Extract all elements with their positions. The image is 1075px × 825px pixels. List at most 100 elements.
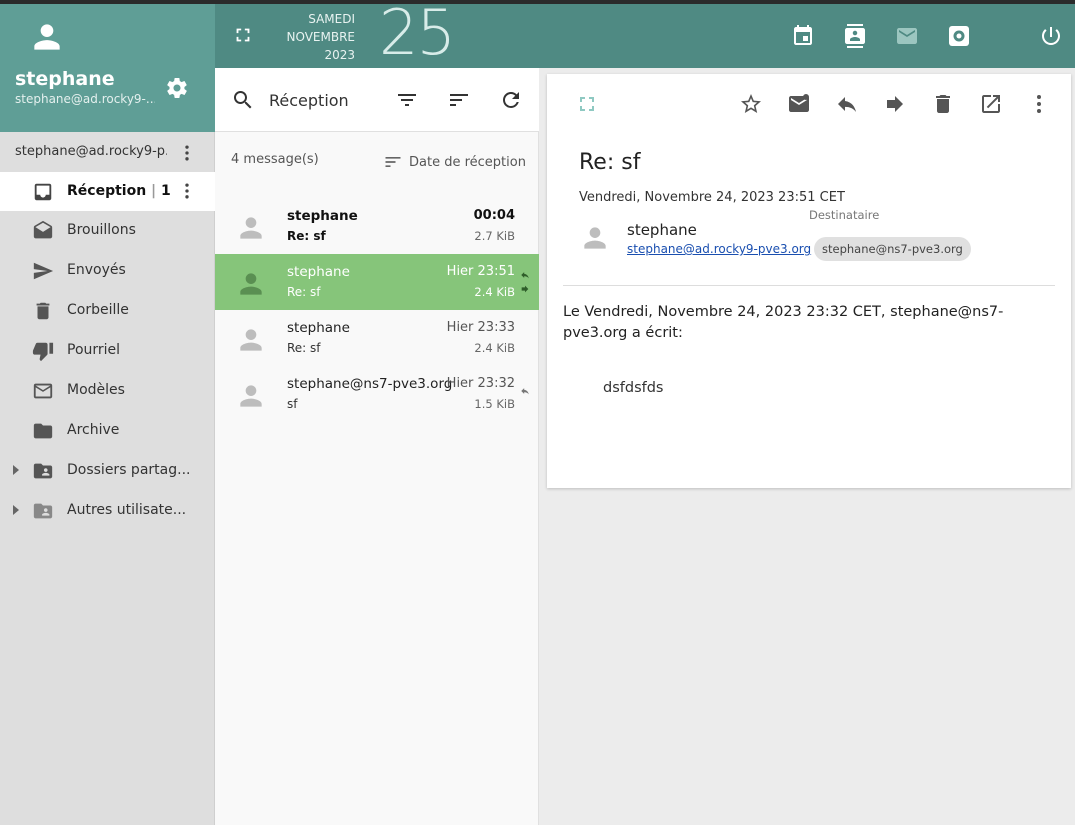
message-time: Hier 23:51: [446, 264, 515, 279]
message-time: 00:04: [473, 208, 515, 223]
folder-title: Réception: [269, 91, 349, 110]
folder-label: Réception: [67, 183, 147, 199]
message-date: Vendredi, Novembre 24, 2023 23:51 CET: [579, 190, 845, 205]
message-subject: Re: sf: [287, 229, 326, 243]
more-options-dots-icon[interactable]: [1027, 92, 1051, 116]
mark-unread-icon[interactable]: [787, 92, 811, 116]
recipient-chip[interactable]: stephane@ns7-pve3.org: [814, 237, 971, 261]
message-reader: Re: sf Vendredi, Novembre 24, 2023 23:51…: [547, 74, 1071, 488]
sort-by-date-button[interactable]: Date de réception: [383, 152, 526, 172]
folder-label: Dossiers partag...: [67, 462, 191, 478]
message-size: 2.4 KiB: [474, 285, 515, 299]
sort-lines-icon: [385, 157, 401, 167]
folder-other-users[interactable]: Autres utilisate...: [0, 491, 215, 530]
sort-label: Date de réception: [409, 154, 526, 170]
power-icon[interactable]: [1039, 24, 1063, 48]
message-row[interactable]: stephane@ns7-pve3.org sf Hier 23:32 1.5 …: [215, 366, 539, 422]
message-list-panel: Réception 4 message(s) Date de réception…: [215, 68, 539, 825]
message-list-toolbar: Réception: [215, 68, 539, 132]
message-row[interactable]: stephane Re: sf Hier 23:51 2.4 KiB: [215, 254, 539, 310]
header-divider: [563, 285, 1055, 286]
star-icon[interactable]: [739, 92, 763, 116]
message-subject-title: Re: sf: [579, 150, 641, 175]
message-size: 1.5 KiB: [474, 397, 515, 411]
recipient-label: Destinataire: [809, 208, 880, 222]
sidebar: stephane stephane@ad.rocky9-... stephane…: [0, 4, 215, 825]
folder-icon: [33, 423, 53, 439]
message-count: 4 message(s): [231, 152, 319, 167]
message-body: Le Vendredi, Novembre 24, 2023 23:32 CET…: [563, 304, 1004, 341]
account-menu-dots-icon[interactable]: [177, 143, 197, 163]
message-row[interactable]: stephane Re: sf 00:04 2.7 KiB: [215, 198, 539, 254]
folder-menu-dots-icon[interactable]: [177, 181, 197, 201]
filter-icon[interactable]: [395, 88, 419, 112]
sender-email-link[interactable]: stephane@ad.rocky9-pve3.org: [627, 242, 811, 256]
folder-templates[interactable]: Modèles: [0, 371, 215, 410]
message-size: 2.7 KiB: [474, 229, 515, 243]
contacts-icon[interactable]: [843, 24, 867, 48]
sender-avatar-icon: [240, 217, 262, 239]
fullscreen-icon[interactable]: [575, 92, 599, 116]
folder-label: Archive: [67, 422, 120, 438]
folder-label: Pourriel: [67, 342, 121, 358]
day-name: SAMEDI: [308, 12, 355, 26]
inbox-icon: [34, 183, 52, 201]
shared-folder-icon: [33, 463, 53, 479]
year: 2023: [324, 48, 355, 62]
calendar-icon[interactable]: [791, 24, 815, 48]
message-from: stephane: [287, 208, 358, 224]
mail-icon[interactable]: [895, 24, 919, 48]
shared-folder-icon: [33, 503, 53, 519]
forward-icon[interactable]: [883, 92, 907, 116]
user-email: stephane@ad.rocky9-...: [15, 92, 155, 106]
forwarded-icon: [521, 285, 529, 293]
folder-trash[interactable]: Corbeille: [0, 291, 215, 330]
sender-name: stephane: [627, 221, 697, 239]
settings-icon[interactable]: [947, 24, 971, 48]
expand-triangle-icon[interactable]: [13, 465, 19, 475]
search-icon[interactable]: [231, 88, 255, 112]
sender-avatar-icon: [240, 273, 262, 295]
top-bar: SAMEDI NOVEMBRE 2023 25: [215, 0, 1075, 69]
replied-icon: [521, 272, 529, 279]
folder-inbox[interactable]: Réception | 1: [0, 172, 215, 211]
message-from: stephane: [287, 264, 350, 280]
folder-label: Corbeille: [67, 302, 129, 318]
sort-icon[interactable]: [447, 88, 471, 112]
fullscreen-icon[interactable]: [232, 24, 254, 46]
quoted-text: dsfdsfds: [603, 380, 664, 396]
message-time: Hier 23:32: [446, 376, 515, 391]
month-name: NOVEMBRE: [286, 30, 355, 44]
day-number: 25: [379, 0, 456, 69]
replied-icon: [521, 388, 529, 395]
refresh-icon[interactable]: [499, 88, 523, 112]
delete-icon[interactable]: [931, 92, 955, 116]
message-subject: Re: sf: [287, 341, 321, 355]
message-from: stephane@ns7-pve3.org: [287, 376, 453, 392]
folder-spam[interactable]: Pourriel: [0, 331, 215, 370]
expand-triangle-icon[interactable]: [13, 505, 19, 515]
folder-label: Modèles: [67, 382, 125, 398]
thumb-down-icon: [32, 342, 54, 362]
message-size: 2.4 KiB: [474, 341, 515, 355]
folder-archive[interactable]: Archive: [0, 411, 215, 450]
folder-shared[interactable]: Dossiers partag...: [0, 451, 215, 490]
message-subject: sf: [287, 397, 298, 411]
account-settings-gear-icon[interactable]: [165, 76, 189, 100]
user-header: stephane stephane@ad.rocky9-...: [0, 4, 215, 132]
folder-drafts[interactable]: Brouillons: [0, 211, 215, 250]
account-label[interactable]: stephane@ad.rocky9-p...: [15, 144, 167, 159]
sender-avatar-icon: [240, 329, 262, 351]
folder-sent[interactable]: Envoyés: [0, 251, 215, 290]
message-row[interactable]: stephane Re: sf Hier 23:33 2.4 KiB: [215, 310, 539, 366]
mail-outline-icon: [33, 383, 53, 399]
trash-icon: [36, 302, 50, 320]
message-time: Hier 23:33: [446, 320, 515, 335]
message-subject: Re: sf: [287, 285, 321, 299]
drafts-icon: [33, 220, 53, 239]
user-avatar-icon[interactable]: [28, 18, 66, 56]
unread-count: 1: [161, 183, 171, 199]
reply-icon[interactable]: [835, 92, 859, 116]
user-name: stephane: [15, 68, 115, 90]
open-external-icon[interactable]: [979, 92, 1003, 116]
